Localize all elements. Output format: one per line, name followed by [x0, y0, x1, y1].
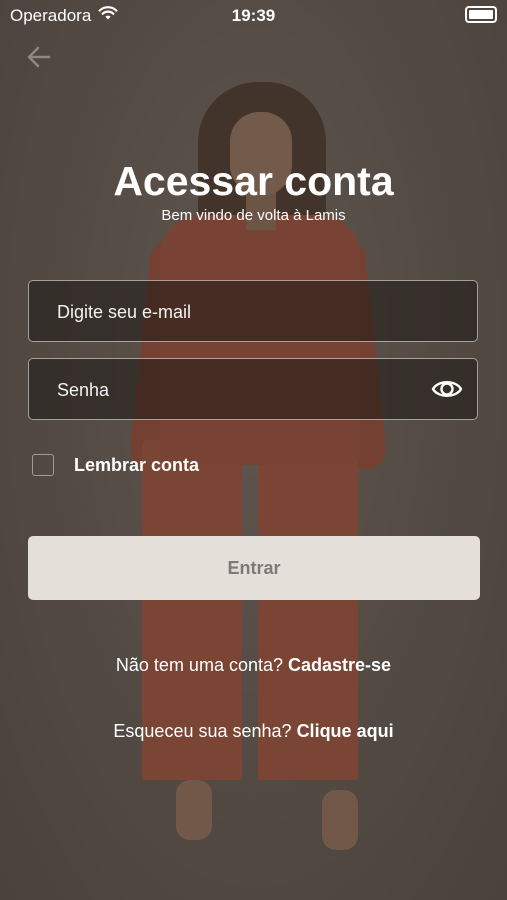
forgot-password-row: Esqueceu sua senha? Clique aqui	[0, 721, 507, 742]
dark-overlay	[0, 0, 507, 900]
status-bar: Operadora 19:39	[0, 0, 507, 30]
submit-button[interactable]: Entrar	[28, 536, 480, 600]
email-input[interactable]	[55, 281, 429, 343]
battery-icon	[465, 6, 497, 23]
email-field-container	[28, 280, 478, 343]
password-input[interactable]	[55, 359, 429, 421]
forgot-prompt: Esqueceu sua senha?	[113, 721, 292, 741]
eye-icon[interactable]	[431, 375, 463, 403]
page-subtitle: Bem vindo de volta à Lamis	[161, 207, 346, 224]
forgot-password-link[interactable]: Clique aqui	[297, 721, 394, 741]
back-button[interactable]	[24, 42, 54, 72]
signup-prompt: Não tem uma conta?	[115, 655, 283, 675]
clock: 19:39	[231, 6, 276, 25]
signup-link[interactable]: Cadastre-se	[288, 655, 391, 675]
login-screen: Operadora 19:39 Acessar conta Bem vindo …	[0, 0, 507, 900]
signup-row: Não tem uma conta? Cadastre-se	[0, 655, 507, 676]
remember-checkbox[interactable]	[32, 454, 54, 476]
arrow-left-icon	[27, 46, 51, 68]
remember-label: Lembrar conta	[74, 455, 200, 475]
page-title: Acessar conta	[113, 158, 394, 204]
password-field-container	[28, 358, 478, 421]
